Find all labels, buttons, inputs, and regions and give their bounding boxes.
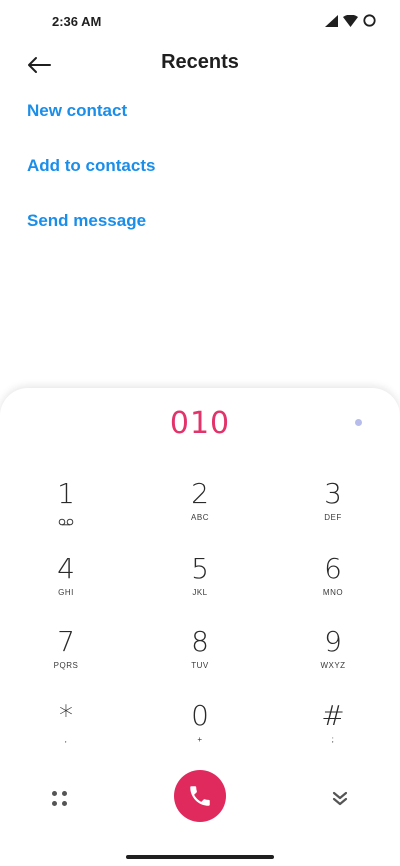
key-digit: 0 xyxy=(191,699,209,732)
dialer-panel: 010 1 2 ABC 3 DEF 4 GHI 5 JKL 6 MNO 7 PQ… xyxy=(0,388,400,866)
key-digit: # xyxy=(321,699,345,732)
collapse-chevron-icon[interactable] xyxy=(328,786,352,810)
key-letters: JKL xyxy=(192,588,208,597)
battery-icon xyxy=(363,14,376,27)
header: Recents xyxy=(0,44,400,84)
key-2[interactable]: 2 ABC xyxy=(155,478,245,536)
new-contact-link[interactable]: New contact xyxy=(27,101,155,126)
key-digit: 4 xyxy=(57,552,75,585)
page-title: Recents xyxy=(161,51,239,73)
key-4[interactable]: 4 GHI xyxy=(21,553,111,611)
keypad-grid-icon[interactable] xyxy=(48,787,72,811)
key-hash[interactable]: # ; xyxy=(288,700,378,758)
key-letters: TUV xyxy=(191,661,209,670)
key-8[interactable]: 8 TUV xyxy=(155,626,245,684)
key-3[interactable]: 3 DEF xyxy=(288,478,378,536)
call-button[interactable] xyxy=(174,770,226,822)
phone-call-icon xyxy=(190,786,210,806)
contact-actions: New contact Add to contacts Send message xyxy=(27,101,155,266)
key-letters: GHI xyxy=(58,588,74,597)
home-indicator[interactable] xyxy=(126,855,274,859)
key-0[interactable]: 0 + xyxy=(155,700,245,758)
key-9[interactable]: 9 WXYZ xyxy=(288,626,378,684)
key-letters: ; xyxy=(331,735,335,744)
key-letters: , xyxy=(64,735,68,744)
dialed-number[interactable]: 010 xyxy=(0,406,400,441)
key-letters: WXYZ xyxy=(320,661,346,670)
status-bar: 2:36 AM xyxy=(0,0,400,44)
key-digit: 8 xyxy=(191,625,209,658)
signal-icon xyxy=(325,14,338,27)
key-6[interactable]: 6 MNO xyxy=(288,553,378,611)
key-1[interactable]: 1 xyxy=(21,478,111,536)
status-icons xyxy=(325,14,376,27)
dialer-bottom-row xyxy=(0,766,400,826)
key-letters: MNO xyxy=(322,588,344,597)
key-7[interactable]: 7 PQRS xyxy=(21,626,111,684)
key-digit: 3 xyxy=(324,477,342,510)
key-digit: * xyxy=(59,699,73,732)
voicemail-icon xyxy=(58,513,74,531)
key-letters: + xyxy=(197,735,203,744)
key-letters: DEF xyxy=(324,513,342,522)
key-digit: 9 xyxy=(324,625,342,658)
send-message-link[interactable]: Send message xyxy=(27,211,155,236)
key-star[interactable]: * , xyxy=(21,700,111,758)
key-digit: 7 xyxy=(57,625,75,658)
wifi-icon xyxy=(343,14,358,27)
key-letters: ABC xyxy=(191,513,209,522)
key-digit: 6 xyxy=(324,552,342,585)
status-time: 2:36 AM xyxy=(52,14,102,29)
dot-indicator xyxy=(355,419,362,426)
add-to-contacts-link[interactable]: Add to contacts xyxy=(27,156,155,181)
key-letters: PQRS xyxy=(53,661,79,670)
key-5[interactable]: 5 JKL xyxy=(155,553,245,611)
key-digit: 1 xyxy=(57,477,75,510)
key-digit: 5 xyxy=(191,552,209,585)
key-digit: 2 xyxy=(191,477,209,510)
